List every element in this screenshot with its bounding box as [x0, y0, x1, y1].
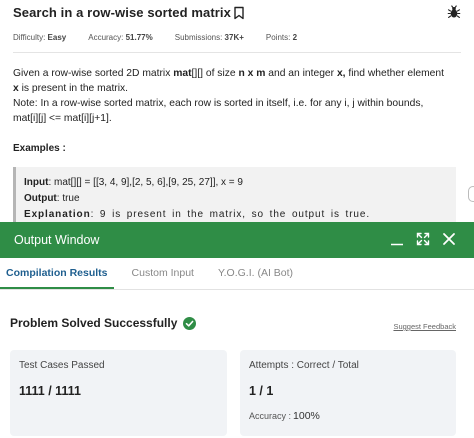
problem-meta: Difficulty: Easy Accuracy: 51.77% Submis…: [13, 33, 319, 42]
test-cases-card: Test Cases Passed 1111 / 1111: [10, 350, 227, 436]
problem-panel: Search in a row-wise sorted matrix Diffi…: [0, 0, 474, 222]
example-input: Input: mat[][] = [[3, 4, 9],[2, 5, 6],[9…: [24, 177, 243, 188]
problem-title: Search in a row-wise sorted matrix: [13, 5, 231, 20]
output-window-title: Output Window: [14, 233, 100, 247]
description-line-4: mat[i][j] <= mat[i][j+1].: [13, 113, 112, 124]
tab-custom-input[interactable]: Custom Input: [126, 258, 200, 289]
status-text: Problem Solved Successfully: [10, 316, 178, 330]
example-output: Output: true: [24, 193, 80, 204]
bug-icon[interactable]: [447, 5, 461, 19]
tab-compilation-results[interactable]: Compilation Results: [0, 258, 114, 289]
difficulty: Difficulty: Easy: [13, 33, 67, 42]
examples-heading: Examples :: [13, 143, 66, 154]
submissions: Submissions: 37K+: [174, 33, 244, 42]
attempts-value: 1 / 1: [249, 384, 274, 398]
output-tabs: Compilation Results Custom Input Y.O.G.I…: [0, 258, 474, 290]
close-icon[interactable]: [442, 232, 456, 246]
tab-yogi-ai-bot[interactable]: Y.O.G.I. (AI Bot): [212, 258, 299, 289]
minimize-icon[interactable]: [390, 232, 404, 246]
test-cases-label: Test Cases Passed: [19, 360, 105, 371]
title-row: Search in a row-wise sorted matrix: [13, 5, 245, 20]
points: Points: 2: [265, 33, 298, 42]
example-explanation: Explanation: 9 is present in the matrix,…: [24, 209, 371, 220]
check-circle-icon: [183, 316, 197, 330]
description-line-1: Given a row-wise sorted 2D matrix mat[][…: [13, 68, 444, 79]
bookmark-icon[interactable]: [233, 6, 245, 20]
accuracy-result: Accuracy :100%: [249, 410, 320, 422]
panel-resize-handle[interactable]: [468, 186, 474, 202]
problem-description: Given a row-wise sorted 2D matrix mat[][…: [13, 66, 463, 126]
output-window: Output Window Compilation Results Custom…: [0, 222, 474, 438]
expand-icon[interactable]: [416, 232, 430, 246]
attempts-label: Attempts : Correct / Total: [249, 360, 359, 371]
test-cases-value: 1111 / 1111: [19, 384, 81, 398]
accuracy: Accuracy: 51.77%: [88, 33, 153, 42]
window-controls: [378, 232, 456, 246]
result-status: Problem Solved Successfully: [10, 316, 197, 330]
example-box: Input: mat[][] = [[3, 4, 9],[2, 5, 6],[9…: [13, 167, 456, 222]
suggest-feedback-link[interactable]: Suggest Feedback: [393, 322, 456, 331]
description-line-2: x is present in the matrix.: [13, 83, 129, 94]
divider: [13, 52, 461, 53]
attempts-card: Attempts : Correct / Total 1 / 1 Accurac…: [240, 350, 456, 436]
output-window-header: Output Window: [0, 222, 474, 258]
description-line-3: Note: In a row-wise sorted matrix, each …: [13, 98, 424, 109]
